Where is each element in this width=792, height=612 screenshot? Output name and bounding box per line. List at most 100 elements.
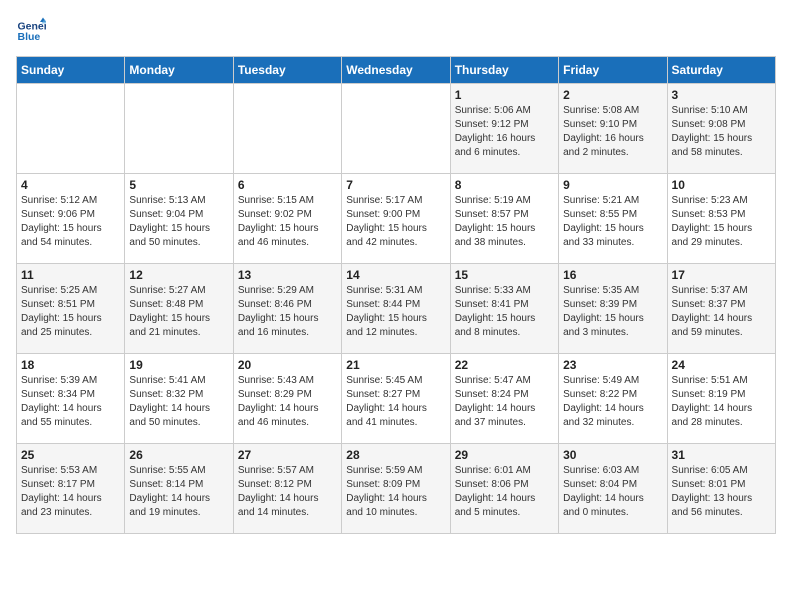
day-info: Sunrise: 5:33 AM Sunset: 8:41 PM Dayligh… xyxy=(455,284,554,340)
day-info: Sunrise: 5:47 AM Sunset: 8:24 PM Dayligh… xyxy=(455,374,554,430)
day-info: Sunrise: 5:13 AM Sunset: 9:04 PM Dayligh… xyxy=(129,194,228,250)
day-cell: 21 Sunrise: 5:45 AM Sunset: 8:27 PM Dayli… xyxy=(342,354,450,444)
weekday-header-thursday: Thursday xyxy=(450,57,558,84)
day-cell: 12 Sunrise: 5:27 AM Sunset: 8:48 PM Dayli… xyxy=(125,264,233,354)
day-cell: 8 Sunrise: 5:19 AM Sunset: 8:57 PM Daylig… xyxy=(450,174,558,264)
header: General Blue xyxy=(16,16,776,46)
day-cell: 15Sunrise: 5:33 AM Sunset: 8:41 PM Dayli… xyxy=(450,264,558,354)
day-number: 10 xyxy=(672,178,771,192)
day-cell: 2 Sunrise: 5:08 AM Sunset: 9:10 PM Daylig… xyxy=(559,84,667,174)
day-info: Sunrise: 5:27 AM Sunset: 8:48 PM Dayligh… xyxy=(129,284,228,340)
day-info: Sunrise: 5:31 AM Sunset: 8:44 PM Dayligh… xyxy=(346,284,445,340)
week-row-3: 11 Sunrise: 5:25 AM Sunset: 8:51 PM Dayli… xyxy=(17,264,776,354)
day-info: Sunrise: 5:41 AM Sunset: 8:32 PM Dayligh… xyxy=(129,374,228,430)
calendar-table: SundayMondayTuesdayWednesdayThursdayFrid… xyxy=(16,56,776,534)
day-number: 23 xyxy=(563,358,662,372)
day-info: Sunrise: 5:35 AM Sunset: 8:39 PM Dayligh… xyxy=(563,284,662,340)
day-cell: 17Sunrise: 5:37 AM Sunset: 8:37 PM Dayli… xyxy=(667,264,775,354)
day-number: 3 xyxy=(672,88,771,102)
day-cell: 20 Sunrise: 5:43 AM Sunset: 8:29 PM Dayli… xyxy=(233,354,341,444)
day-number: 7 xyxy=(346,178,445,192)
day-cell: 16 Sunrise: 5:35 AM Sunset: 8:39 PM Dayli… xyxy=(559,264,667,354)
day-info: Sunrise: 5:59 AM Sunset: 8:09 PM Dayligh… xyxy=(346,464,445,520)
day-info: Sunrise: 6:03 AM Sunset: 8:04 PM Dayligh… xyxy=(563,464,662,520)
day-cell: 29 Sunrise: 6:01 AM Sunset: 8:06 PM Dayli… xyxy=(450,444,558,534)
day-cell: 31 Sunrise: 6:05 AM Sunset: 8:01 PM Dayli… xyxy=(667,444,775,534)
day-number: 18 xyxy=(21,358,120,372)
day-cell: 1 Sunrise: 5:06 AM Sunset: 9:12 PM Daylig… xyxy=(450,84,558,174)
day-cell: 18 Sunrise: 5:39 AM Sunset: 8:34 PM Dayli… xyxy=(17,354,125,444)
day-cell: 25Sunrise: 5:53 AM Sunset: 8:17 PM Dayli… xyxy=(17,444,125,534)
svg-text:Blue: Blue xyxy=(18,31,41,43)
day-info: Sunrise: 5:29 AM Sunset: 8:46 PM Dayligh… xyxy=(238,284,337,340)
day-info: Sunrise: 6:01 AM Sunset: 8:06 PM Dayligh… xyxy=(455,464,554,520)
day-info: Sunrise: 5:19 AM Sunset: 8:57 PM Dayligh… xyxy=(455,194,554,250)
day-number: 6 xyxy=(238,178,337,192)
day-cell xyxy=(342,84,450,174)
day-cell: 4 Sunrise: 5:12 AM Sunset: 9:06 PM Daylig… xyxy=(17,174,125,264)
day-number: 24 xyxy=(672,358,771,372)
day-number: 9 xyxy=(563,178,662,192)
day-info: Sunrise: 6:05 AM Sunset: 8:01 PM Dayligh… xyxy=(672,464,771,520)
weekday-header-monday: Monday xyxy=(125,57,233,84)
day-number: 19 xyxy=(129,358,228,372)
day-info: Sunrise: 5:23 AM Sunset: 8:53 PM Dayligh… xyxy=(672,194,771,250)
day-info: Sunrise: 5:06 AM Sunset: 9:12 PM Dayligh… xyxy=(455,104,554,160)
day-number: 26 xyxy=(129,448,228,462)
day-number: 27 xyxy=(238,448,337,462)
day-number: 8 xyxy=(455,178,554,192)
day-info: Sunrise: 5:25 AM Sunset: 8:51 PM Dayligh… xyxy=(21,284,120,340)
weekday-header-friday: Friday xyxy=(559,57,667,84)
day-info: Sunrise: 5:12 AM Sunset: 9:06 PM Dayligh… xyxy=(21,194,120,250)
day-cell: 11 Sunrise: 5:25 AM Sunset: 8:51 PM Dayli… xyxy=(17,264,125,354)
day-info: Sunrise: 5:08 AM Sunset: 9:10 PM Dayligh… xyxy=(563,104,662,160)
day-number: 12 xyxy=(129,268,228,282)
day-info: Sunrise: 5:15 AM Sunset: 9:02 PM Dayligh… xyxy=(238,194,337,250)
day-number: 5 xyxy=(129,178,228,192)
day-number: 1 xyxy=(455,88,554,102)
day-info: Sunrise: 5:17 AM Sunset: 9:00 PM Dayligh… xyxy=(346,194,445,250)
day-number: 4 xyxy=(21,178,120,192)
day-number: 21 xyxy=(346,358,445,372)
day-cell: 6 Sunrise: 5:15 AM Sunset: 9:02 PM Daylig… xyxy=(233,174,341,264)
day-number: 2 xyxy=(563,88,662,102)
weekday-header-tuesday: Tuesday xyxy=(233,57,341,84)
day-number: 11 xyxy=(21,268,120,282)
day-number: 13 xyxy=(238,268,337,282)
day-info: Sunrise: 5:49 AM Sunset: 8:22 PM Dayligh… xyxy=(563,374,662,430)
day-info: Sunrise: 5:43 AM Sunset: 8:29 PM Dayligh… xyxy=(238,374,337,430)
day-cell: 9 Sunrise: 5:21 AM Sunset: 8:55 PM Daylig… xyxy=(559,174,667,264)
day-info: Sunrise: 5:45 AM Sunset: 8:27 PM Dayligh… xyxy=(346,374,445,430)
day-cell xyxy=(233,84,341,174)
day-number: 16 xyxy=(563,268,662,282)
day-info: Sunrise: 5:39 AM Sunset: 8:34 PM Dayligh… xyxy=(21,374,120,430)
day-number: 22 xyxy=(455,358,554,372)
day-cell: 13 Sunrise: 5:29 AM Sunset: 8:46 PM Dayli… xyxy=(233,264,341,354)
day-number: 31 xyxy=(672,448,771,462)
day-cell: 26Sunrise: 5:55 AM Sunset: 8:14 PM Dayli… xyxy=(125,444,233,534)
day-cell: 27Sunrise: 5:57 AM Sunset: 8:12 PM Dayli… xyxy=(233,444,341,534)
week-row-5: 25Sunrise: 5:53 AM Sunset: 8:17 PM Dayli… xyxy=(17,444,776,534)
day-cell: 23 Sunrise: 5:49 AM Sunset: 8:22 PM Dayli… xyxy=(559,354,667,444)
week-row-2: 4 Sunrise: 5:12 AM Sunset: 9:06 PM Daylig… xyxy=(17,174,776,264)
day-cell: 5 Sunrise: 5:13 AM Sunset: 9:04 PM Daylig… xyxy=(125,174,233,264)
weekday-header-sunday: Sunday xyxy=(17,57,125,84)
day-info: Sunrise: 5:51 AM Sunset: 8:19 PM Dayligh… xyxy=(672,374,771,430)
logo-icon: General Blue xyxy=(16,16,46,46)
day-number: 20 xyxy=(238,358,337,372)
day-cell: 7 Sunrise: 5:17 AM Sunset: 9:00 PM Daylig… xyxy=(342,174,450,264)
day-number: 17 xyxy=(672,268,771,282)
day-cell: 30Sunrise: 6:03 AM Sunset: 8:04 PM Dayli… xyxy=(559,444,667,534)
day-cell: 19 Sunrise: 5:41 AM Sunset: 8:32 PM Dayli… xyxy=(125,354,233,444)
day-number: 28 xyxy=(346,448,445,462)
week-row-4: 18 Sunrise: 5:39 AM Sunset: 8:34 PM Dayli… xyxy=(17,354,776,444)
day-info: Sunrise: 5:10 AM Sunset: 9:08 PM Dayligh… xyxy=(672,104,771,160)
day-cell xyxy=(125,84,233,174)
day-info: Sunrise: 5:21 AM Sunset: 8:55 PM Dayligh… xyxy=(563,194,662,250)
day-cell xyxy=(17,84,125,174)
day-number: 29 xyxy=(455,448,554,462)
logo: General Blue xyxy=(16,16,50,46)
weekday-header-saturday: Saturday xyxy=(667,57,775,84)
day-number: 14 xyxy=(346,268,445,282)
week-row-1: 1 Sunrise: 5:06 AM Sunset: 9:12 PM Daylig… xyxy=(17,84,776,174)
